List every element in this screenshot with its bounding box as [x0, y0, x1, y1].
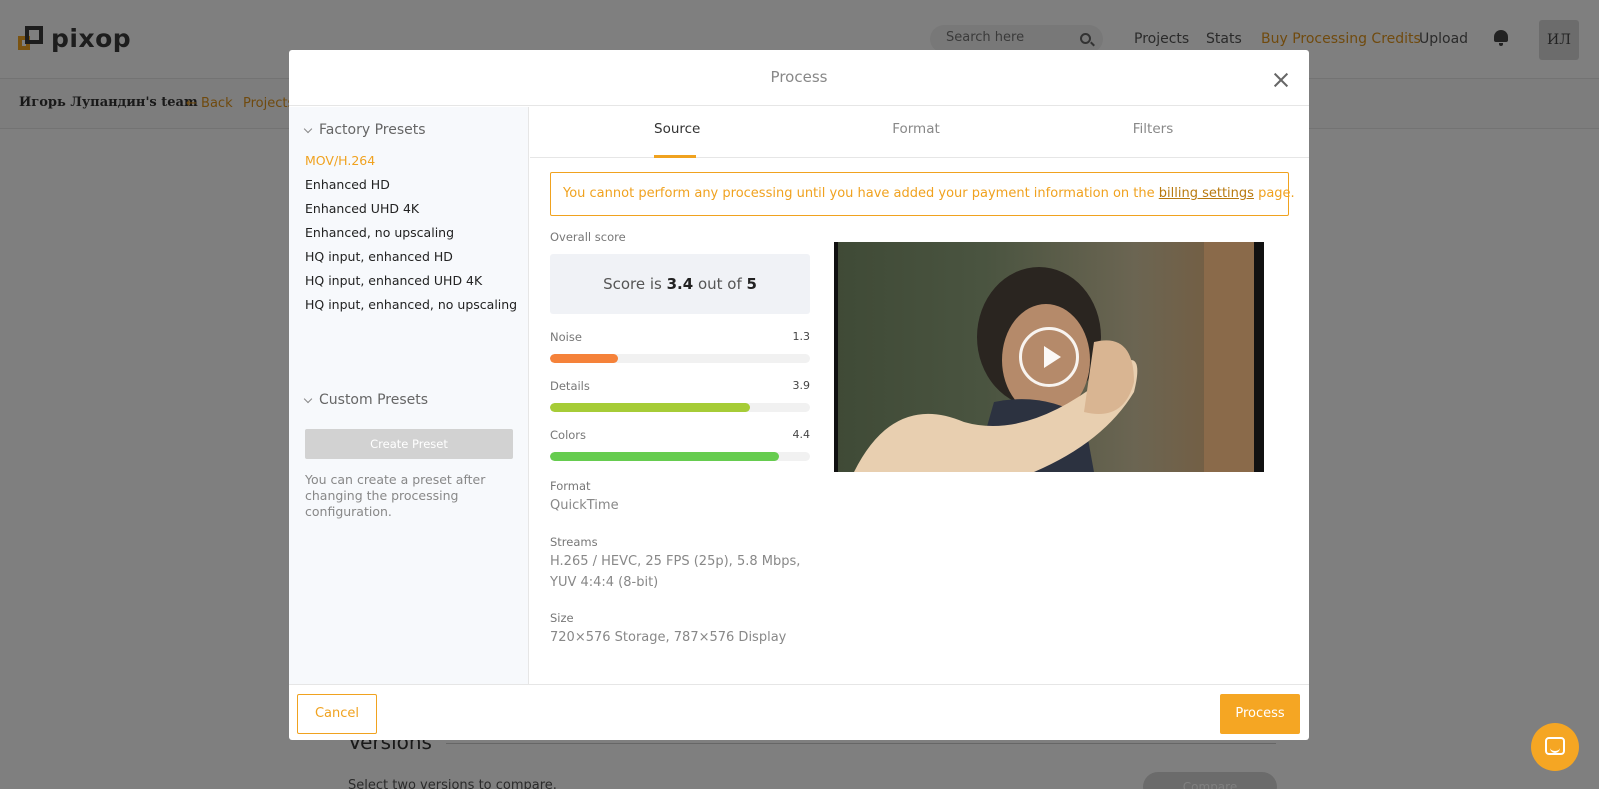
colors-value: 4.4	[792, 428, 811, 441]
close-icon[interactable]	[1273, 72, 1289, 88]
chat-button[interactable]	[1531, 723, 1579, 771]
overall-score-label: Overall score	[550, 230, 626, 244]
tab-format[interactable]: Format	[886, 107, 946, 158]
billing-settings-link[interactable]: billing settings	[1159, 186, 1254, 201]
colors-label: Colors	[550, 428, 587, 442]
preset-enhanced-hd[interactable]: Enhanced HD	[305, 177, 390, 192]
details-label: Details	[550, 379, 590, 393]
noise-label: Noise	[550, 330, 582, 344]
modal-footer: Cancel Process	[289, 684, 1309, 740]
chevron-down-icon	[303, 124, 313, 133]
preset-mov-h264[interactable]: MOV/H.264	[305, 153, 375, 168]
create-preset-button[interactable]: Create Preset	[305, 429, 513, 459]
play-icon[interactable]	[1019, 327, 1079, 387]
noise-value: 1.3	[792, 330, 811, 343]
preset-enhanced-no-upscaling[interactable]: Enhanced, no upscaling	[305, 225, 454, 240]
cancel-button[interactable]: Cancel	[297, 694, 377, 734]
format-value: QuickTime	[550, 498, 619, 513]
details-value: 3.9	[792, 379, 811, 392]
preset-hq-enhanced-no-upscaling[interactable]: HQ input, enhanced, no upscaling	[305, 297, 517, 312]
payment-alert: You cannot perform any processing until …	[550, 172, 1295, 216]
custom-presets-title: Custom Presets	[319, 392, 429, 408]
preset-hq-enhanced-hd[interactable]: HQ input, enhanced HD	[305, 249, 453, 264]
chat-icon	[1545, 737, 1565, 755]
noise-bar-fill	[550, 354, 618, 363]
factory-presets-toggle[interactable]: Factory Presets	[303, 122, 426, 138]
alert-text-after: page.	[1253, 186, 1295, 201]
score-max: 5	[746, 275, 757, 293]
size-label: Size	[550, 611, 574, 625]
create-preset-note: You can create a preset after changing t…	[305, 472, 486, 519]
presets-sidebar: Factory Presets MOV/H.264 Enhanced HD En…	[289, 107, 529, 684]
preset-hq-enhanced-uhd-4k[interactable]: HQ input, enhanced UHD 4K	[305, 273, 482, 288]
score-middle: out of	[693, 275, 747, 293]
tab-source[interactable]: Source	[654, 107, 700, 158]
custom-presets-toggle[interactable]: Custom Presets	[303, 392, 429, 408]
factory-presets-title: Factory Presets	[319, 122, 426, 138]
details-bar-fill	[550, 403, 751, 412]
preset-enhanced-uhd-4k[interactable]: Enhanced UHD 4K	[305, 201, 419, 216]
video-preview[interactable]	[834, 242, 1264, 472]
streams-label: Streams	[550, 535, 598, 549]
score-value: 3.4	[666, 275, 694, 293]
tab-filters[interactable]: Filters	[1128, 107, 1178, 158]
alert-text-before: You cannot perform any processing until …	[563, 186, 1159, 201]
format-label: Format	[550, 479, 591, 493]
streams-value: H.265 / HEVC, 25 FPS (25p), 5.8 Mbps, YU…	[550, 554, 801, 590]
noise-bar	[550, 354, 810, 363]
process-modal: Process Factory Presets MOV/H.264 Enhanc…	[289, 50, 1309, 740]
modal-header: Process	[289, 50, 1309, 106]
colors-bar	[550, 452, 810, 461]
size-value: 720×576 Storage, 787×576 Display	[550, 630, 787, 645]
process-tabs: Source Format Filters	[530, 107, 1309, 158]
score-prefix: Score is	[603, 275, 667, 293]
details-bar	[550, 403, 810, 412]
colors-bar-fill	[550, 452, 779, 461]
score-box: Score is 3.4 out of 5	[550, 254, 810, 314]
process-button[interactable]: Process	[1220, 694, 1300, 734]
chevron-down-icon	[303, 394, 313, 403]
modal-title: Process	[770, 68, 828, 86]
